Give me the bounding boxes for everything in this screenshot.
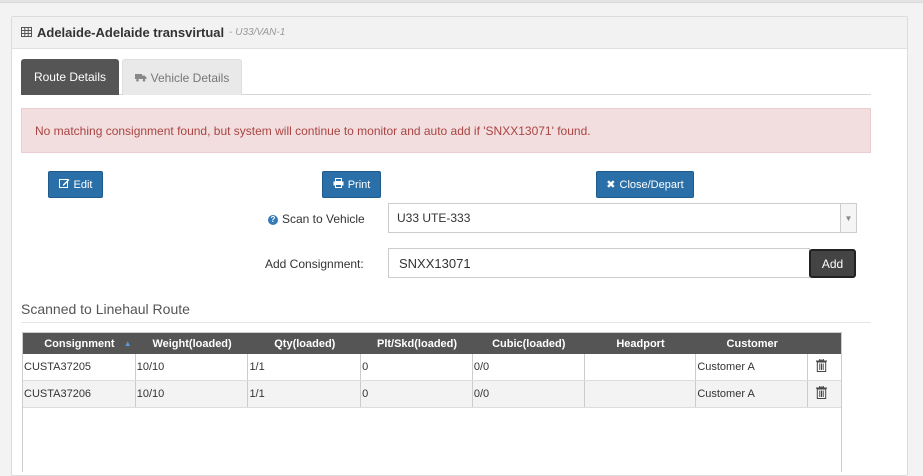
close-depart-label: Close/Depart [619,178,684,191]
cell-customer: Customer A [696,381,809,407]
tab-bar: Route Details Vehicle Details [21,59,871,95]
panel-heading: Adelaide-Adelaide transvirtual - U33/VAN… [12,17,907,49]
section-title: Scanned to Linehaul Route [21,301,190,317]
column-header-customer[interactable]: Customer [696,333,808,354]
vehicle-select-value: U33 UTE-333 [397,211,471,225]
add-label: Add [821,256,844,271]
cell-qty: 1/1 [248,354,362,380]
sort-icon[interactable]: ▲ [124,339,132,348]
route-panel: Adelaide-Adelaide transvirtual - U33/VAN… [11,16,908,476]
column-label: Qty(loaded) [274,337,336,350]
table-row[interactable]: CUSTA37206 10/10 1/1 0 0/0 Customer A [23,381,841,408]
edit-icon [58,178,70,191]
trash-icon[interactable] [816,358,828,375]
column-header-qty[interactable]: Qty(loaded) [248,333,361,354]
consignment-input[interactable]: SNXX13071 [388,248,810,278]
edit-button[interactable]: Edit [48,171,103,198]
tab-vehicle-details[interactable]: Vehicle Details [122,59,242,95]
cell-consignment: CUSTA37205 [23,354,136,380]
alert-text: No matching consignment found, but syste… [35,123,591,138]
vehicle-select[interactable]: U33 UTE-333 ▼ [388,203,857,233]
cell-plt-skd: 0 [361,354,473,380]
section-divider [21,322,871,323]
cell-cubic: 0/0 [473,381,585,407]
cell-cubic: 0/0 [473,354,585,380]
cell-weight: 10/10 [136,354,249,380]
scan-label-text: Scan to Vehicle [282,212,365,226]
cell-actions [808,381,841,407]
cell-headport [585,354,697,380]
column-header-cubic[interactable]: Cubic(loaded) [473,333,585,354]
close-icon: ✖ [606,179,616,191]
print-button[interactable]: Print [322,171,381,198]
add-consignment-label: Add Consignment: [265,257,364,271]
tab-label: Vehicle Details [150,70,230,85]
question-circle-icon[interactable]: ? [268,215,278,225]
cell-qty: 1/1 [248,381,362,407]
chevron-down-icon[interactable]: ▼ [840,204,856,232]
cell-headport [585,381,697,407]
alert-message: No matching consignment found, but syste… [21,108,871,153]
cell-consignment: CUSTA37206 [23,381,136,407]
column-label: Plt/Skd(loaded) [376,337,458,350]
column-label: Consignment [44,337,115,350]
table-header: Consignment ▲ Weight(loaded) Qty(loaded)… [23,333,841,354]
tab-label: Route Details [33,70,107,84]
top-border [0,0,923,3]
cell-plt-skd: 0 [361,381,473,407]
trash-icon[interactable] [816,385,828,402]
tab-route-details[interactable]: Route Details [21,59,119,95]
scan-to-vehicle-label: ? Scan to Vehicle [268,212,365,226]
column-header-weight[interactable]: Weight(loaded) [136,333,249,354]
column-label: Headport [616,337,665,350]
print-icon [333,178,344,191]
column-header-headport[interactable]: Headport [585,333,697,354]
page-title: Adelaide-Adelaide transvirtual [37,25,225,40]
edit-label: Edit [73,178,93,191]
column-header-consignment[interactable]: Consignment ▲ [23,333,136,354]
cell-customer: Customer A [696,354,809,380]
column-label: Customer [726,337,778,350]
consignment-input-value: SNXX13071 [399,255,471,271]
column-header-plt-skd[interactable]: Plt/Skd(loaded) [361,333,473,354]
cell-actions [808,354,841,380]
table-grid-icon [21,26,32,40]
column-label: Weight(loaded) [152,337,232,350]
table-row[interactable]: CUSTA37205 10/10 1/1 0 0/0 Customer A [23,354,841,381]
cell-weight: 10/10 [136,381,249,407]
truck-icon [134,71,147,85]
page-subtitle: - U33/VAN-1 [229,27,286,38]
column-header-actions [808,333,841,354]
column-label: Cubic(loaded) [492,337,566,350]
add-consignment-button[interactable]: Add [809,249,856,278]
print-label: Print [347,178,371,191]
consignment-table: Consignment ▲ Weight(loaded) Qty(loaded)… [22,332,842,472]
close-depart-button[interactable]: ✖ Close/Depart [596,171,694,198]
